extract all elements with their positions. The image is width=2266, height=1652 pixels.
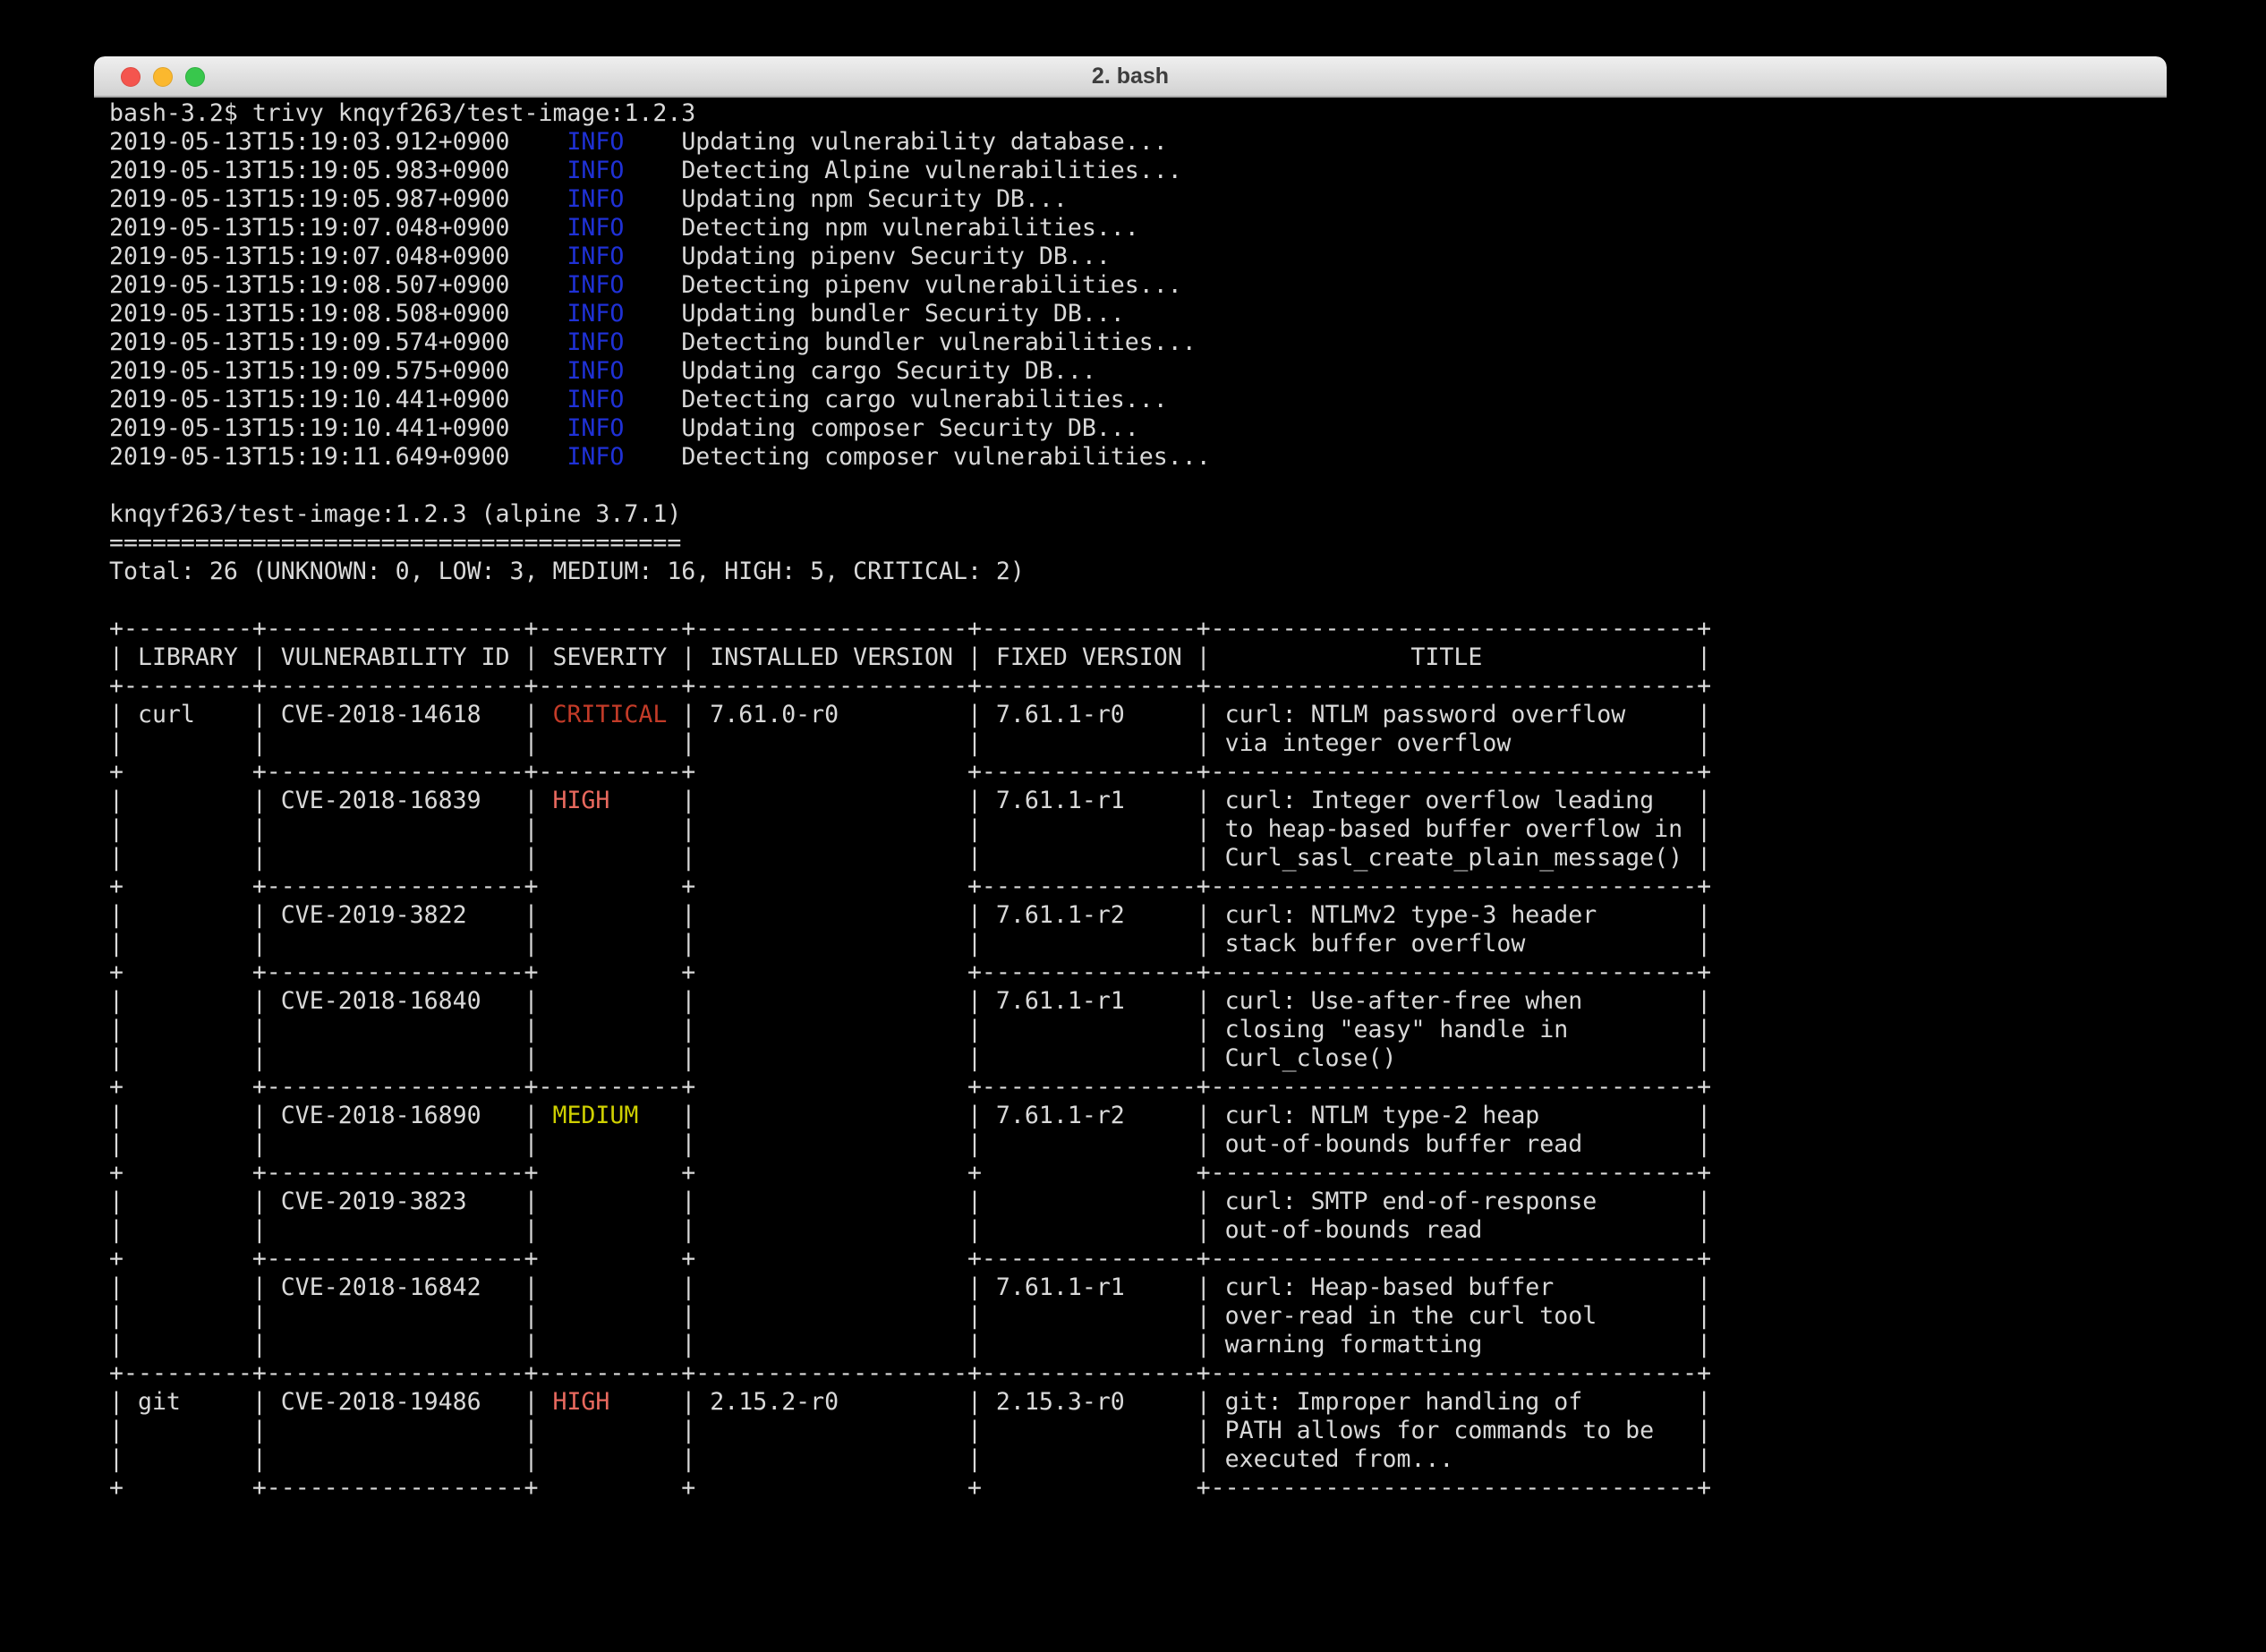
terminal-line: 2019-05-13T15:19:11.649+0900 INFO Detect… bbox=[109, 443, 1711, 472]
terminal-line: + +------------------+ + +--------------… bbox=[109, 1245, 1711, 1273]
log-level-info: INFO bbox=[566, 185, 624, 213]
terminal-line: | | | | | | closing "easy" handle in | bbox=[109, 1016, 1711, 1044]
terminal-line bbox=[109, 586, 1711, 615]
terminal-line: + +------------------+ + +--------------… bbox=[109, 958, 1711, 987]
terminal-line: 2019-05-13T15:19:08.508+0900 INFO Updati… bbox=[109, 300, 1711, 328]
severity-critical: CRITICAL bbox=[538, 701, 681, 728]
terminal-line: | | | | | | stack buffer overflow | bbox=[109, 930, 1711, 958]
severity-high: HIGH bbox=[538, 1388, 681, 1416]
terminal-line: ======================================== bbox=[109, 529, 1711, 558]
terminal-line: | LIBRARY | VULNERABILITY ID | SEVERITY … bbox=[109, 643, 1711, 672]
terminal-line: + +------------------+----------+ +-----… bbox=[109, 758, 1711, 787]
terminal-line: | | | | | | over-read in the curl tool | bbox=[109, 1302, 1711, 1331]
terminal-line: | | CVE-2019-3822 | | | 7.61.1-r2 | curl… bbox=[109, 901, 1711, 930]
terminal-line: 2019-05-13T15:19:05.983+0900 INFO Detect… bbox=[109, 157, 1711, 185]
terminal-line: | | | | | | PATH allows for commands to … bbox=[109, 1417, 1711, 1445]
log-level-info: INFO bbox=[566, 243, 624, 270]
log-level-info: INFO bbox=[566, 214, 624, 242]
terminal-line: 2019-05-13T15:19:07.048+0900 INFO Updati… bbox=[109, 243, 1711, 271]
log-level-info: INFO bbox=[566, 157, 624, 184]
zoom-button[interactable] bbox=[185, 67, 205, 87]
terminal-line: | | | | | | warning formatting | bbox=[109, 1331, 1711, 1359]
log-level-info: INFO bbox=[566, 357, 624, 385]
terminal-line: | curl | CVE-2018-14618 | CRITICAL | 7.6… bbox=[109, 701, 1711, 729]
terminal-window: 2. bash bash-3.2$ trivy knqyf263/test-im… bbox=[94, 56, 2167, 1611]
terminal-line: | | | | | | out-of-bounds buffer read | bbox=[109, 1130, 1711, 1159]
terminal-line: | | CVE-2018-16842 | | | 7.61.1-r1 | cur… bbox=[109, 1273, 1711, 1302]
terminal-line: 2019-05-13T15:19:05.987+0900 INFO Updati… bbox=[109, 185, 1711, 214]
terminal-line: + +------------------+----------+ +-----… bbox=[109, 1073, 1711, 1102]
terminal-line: | | CVE-2019-3823 | | | | curl: SMTP end… bbox=[109, 1188, 1711, 1216]
terminal-line: | | | | | | via integer overflow | bbox=[109, 729, 1711, 758]
terminal-line: | | | | | | to heap-based buffer overflo… bbox=[109, 815, 1711, 844]
terminal-line: | | CVE-2018-16840 | | | 7.61.1-r1 | cur… bbox=[109, 987, 1711, 1016]
terminal-line: | | | | | | out-of-bounds read | bbox=[109, 1216, 1711, 1245]
terminal-line: Total: 26 (UNKNOWN: 0, LOW: 3, MEDIUM: 1… bbox=[109, 558, 1711, 586]
window-title: 2. bash bbox=[94, 56, 2167, 96]
terminal-line: + +------------------+ + +--------------… bbox=[109, 873, 1711, 901]
log-level-info: INFO bbox=[566, 386, 624, 413]
terminal-line: 2019-05-13T15:19:10.441+0900 INFO Updati… bbox=[109, 414, 1711, 443]
terminal-line: + +------------------+ + + +------------… bbox=[109, 1159, 1711, 1188]
terminal-line: 2019-05-13T15:19:07.048+0900 INFO Detect… bbox=[109, 214, 1711, 243]
severity-medium: MEDIUM bbox=[538, 1102, 681, 1129]
terminal-line: +---------+------------------+----------… bbox=[109, 615, 1711, 643]
terminal-line: + +------------------+ + + +------------… bbox=[109, 1474, 1711, 1503]
terminal-line: | | CVE-2018-16890 | MEDIUM | | 7.61.1-r… bbox=[109, 1102, 1711, 1130]
log-level-info: INFO bbox=[566, 128, 624, 156]
terminal-line: | | | | | | Curl_sasl_create_plain_messa… bbox=[109, 844, 1711, 873]
log-level-info: INFO bbox=[566, 271, 624, 299]
terminal-output: bash-3.2$ trivy knqyf263/test-image:1.2.… bbox=[109, 99, 1711, 1503]
terminal-line: 2019-05-13T15:19:10.441+0900 INFO Detect… bbox=[109, 386, 1711, 414]
titlebar[interactable]: 2. bash bbox=[94, 56, 2167, 98]
terminal-line bbox=[109, 472, 1711, 500]
terminal-line: 2019-05-13T15:19:08.507+0900 INFO Detect… bbox=[109, 271, 1711, 300]
log-level-info: INFO bbox=[566, 300, 624, 328]
log-level-info: INFO bbox=[566, 414, 624, 442]
terminal-line: 2019-05-13T15:19:03.912+0900 INFO Updati… bbox=[109, 128, 1711, 157]
traffic-lights bbox=[121, 67, 205, 87]
terminal-line: | | | | | | Curl_close() | bbox=[109, 1044, 1711, 1073]
terminal-line: +---------+------------------+----------… bbox=[109, 672, 1711, 701]
severity-high: HIGH bbox=[538, 787, 681, 814]
close-button[interactable] bbox=[121, 67, 141, 87]
terminal-line: | | | | | | executed from... | bbox=[109, 1445, 1711, 1474]
log-level-info: INFO bbox=[566, 328, 624, 356]
terminal-line: knqyf263/test-image:1.2.3 (alpine 3.7.1) bbox=[109, 500, 1711, 529]
log-level-info: INFO bbox=[566, 443, 624, 471]
terminal-line: 2019-05-13T15:19:09.575+0900 INFO Updati… bbox=[109, 357, 1711, 386]
terminal-line: +---------+------------------+----------… bbox=[109, 1359, 1711, 1388]
minimize-button[interactable] bbox=[153, 67, 173, 87]
desktop-background: 2. bash bash-3.2$ trivy knqyf263/test-im… bbox=[0, 0, 2266, 1652]
terminal-line: | git | CVE-2018-19486 | HIGH | 2.15.2-r… bbox=[109, 1388, 1711, 1417]
terminal-line: | | CVE-2018-16839 | HIGH | | 7.61.1-r1 … bbox=[109, 787, 1711, 815]
terminal-line: 2019-05-13T15:19:09.574+0900 INFO Detect… bbox=[109, 328, 1711, 357]
terminal-line: bash-3.2$ trivy knqyf263/test-image:1.2.… bbox=[109, 99, 1711, 128]
